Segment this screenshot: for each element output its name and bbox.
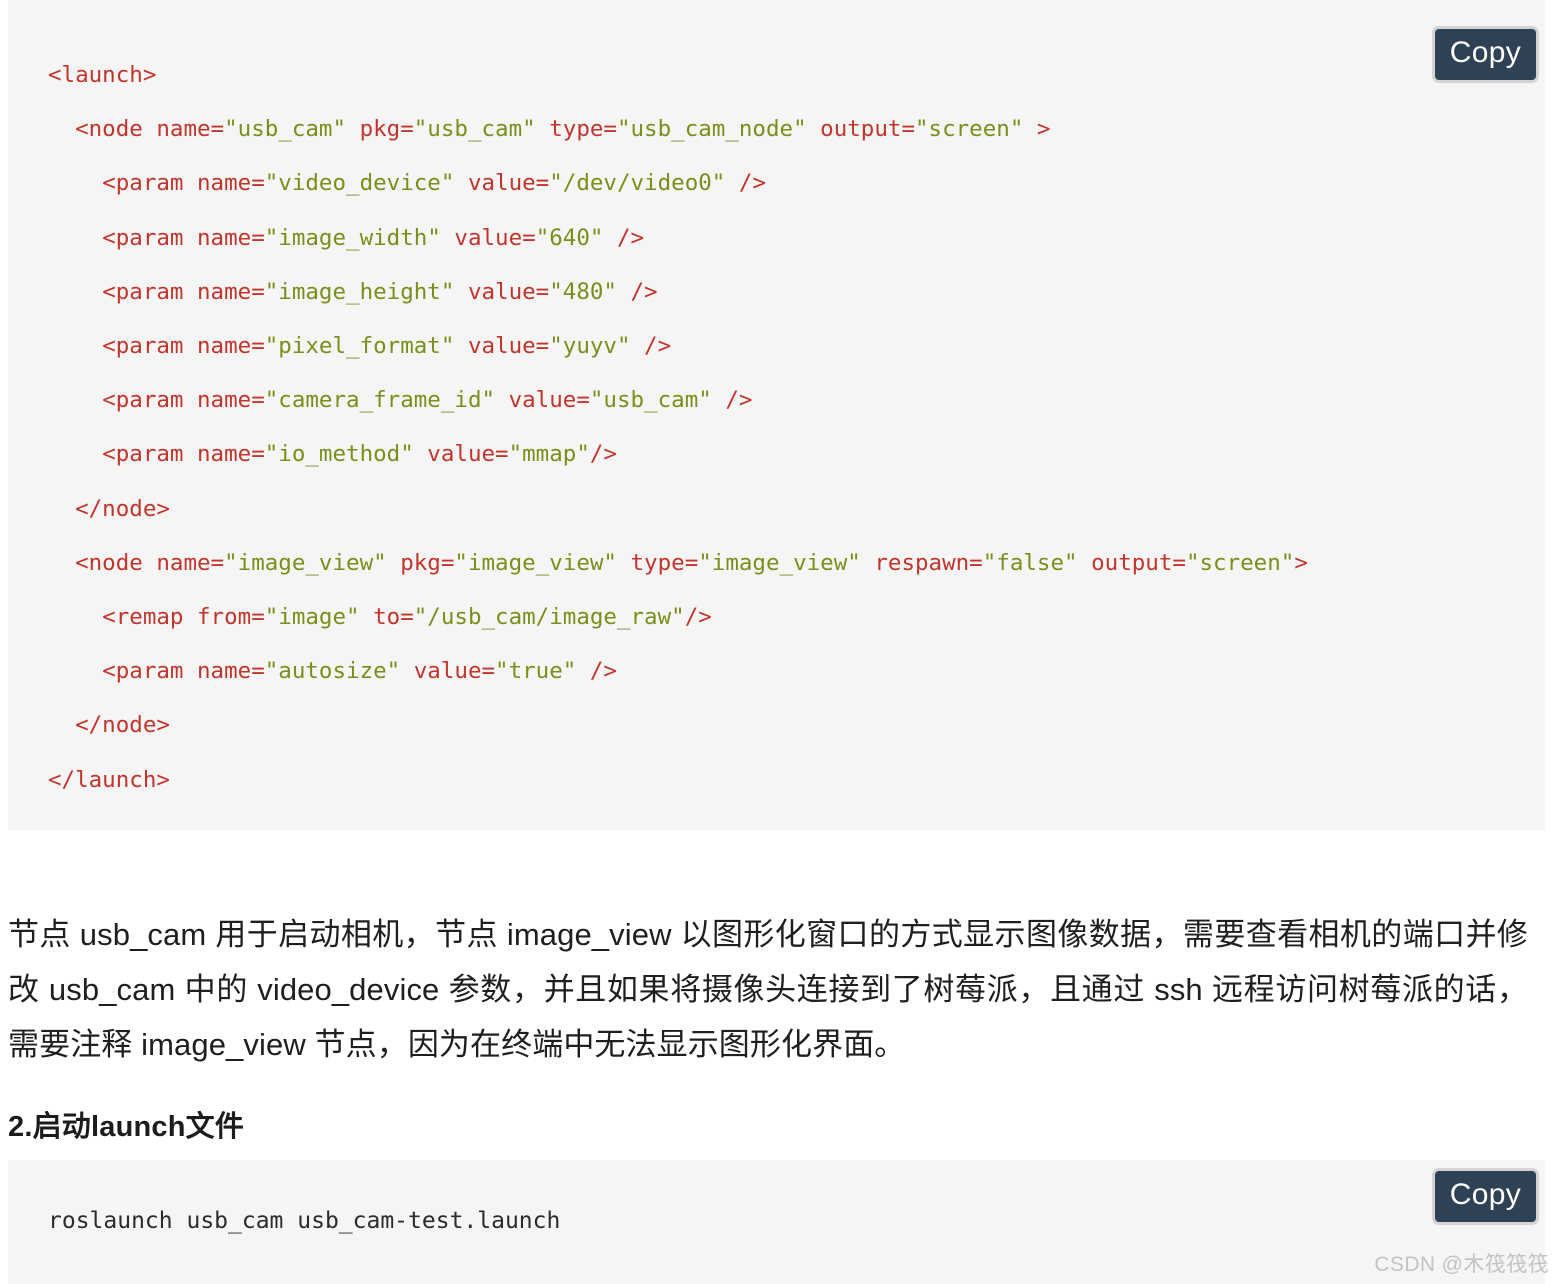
xml-tag: value= (454, 170, 550, 197)
xml-code-content[interactable]: <launch> <node name="usb_cam" pkg="usb_c… (8, 48, 1545, 807)
xml-tag: <node name= (75, 549, 225, 576)
xml-tag: <remap from= (102, 604, 265, 631)
xml-attribute-value: "autosize" (264, 658, 401, 685)
xml-tag: <param name= (102, 387, 265, 414)
shell-code-content[interactable]: roslaunch usb_cam usb_cam-test.launch (8, 1206, 1545, 1236)
copy-button-shell[interactable]: Copy (1431, 1168, 1539, 1225)
xml-attribute-value: "/usb_cam/image_raw" (413, 604, 685, 631)
xml-attribute-value: "image_height" (264, 278, 455, 305)
xml-tag: value= (440, 224, 536, 251)
xml-attribute-value: "video_device" (264, 170, 455, 197)
xml-tag: </node> (75, 495, 170, 522)
xml-attribute-value: "image" (264, 604, 360, 631)
xml-tag: value= (400, 658, 496, 685)
xml-tag: </node> (75, 712, 170, 739)
xml-attribute-value: "io_method" (264, 441, 414, 468)
xml-tag: value= (413, 441, 509, 468)
section-heading-launch-file: 2.启动launch文件 (8, 1111, 245, 1143)
xml-tag: value= (495, 387, 590, 414)
xml-attribute-value: "yuyv" (549, 333, 631, 360)
xml-tag: pkg= (386, 549, 455, 576)
shell-code-block: roslaunch usb_cam usb_cam-test.launch (8, 1160, 1545, 1284)
xml-attribute-value: "false" (982, 549, 1078, 576)
xml-tag: output= (1077, 549, 1186, 576)
csdn-watermark: CSDN @木筏筏筏 (1374, 1253, 1549, 1276)
xml-tag: <param name= (102, 278, 265, 305)
xml-tag: > (1023, 116, 1051, 143)
xml-tag: /> (684, 604, 712, 631)
xml-tag: respawn= (860, 549, 983, 576)
xml-tag: value= (454, 333, 550, 360)
xml-tag: <node name= (75, 116, 225, 143)
xml-attribute-value: "usb_cam" (413, 116, 536, 143)
xml-attribute-value: "/dev/video0" (549, 170, 726, 197)
xml-attribute-value: "pixel_format" (264, 333, 455, 360)
xml-code-block: <launch> <node name="usb_cam" pkg="usb_c… (8, 0, 1545, 830)
xml-attribute-value: "camera_frame_id" (264, 387, 496, 414)
description-paragraph: 节点 usb_cam 用于启动相机，节点 image_view 以图形化窗口的方… (8, 917, 1528, 1062)
xml-attribute-value: "screen" (1185, 549, 1295, 576)
xml-attribute-value: "usb_cam" (589, 387, 712, 414)
xml-tag: > (1294, 549, 1308, 576)
xml-tag: to= (359, 604, 414, 631)
xml-tag: <param name= (102, 333, 265, 360)
xml-attribute-value: "640" (535, 224, 604, 251)
xml-attribute-value: "480" (549, 278, 617, 305)
xml-tag: /> (616, 278, 658, 305)
xml-tag: <param name= (102, 658, 265, 685)
xml-tag: /> (711, 387, 753, 414)
xml-tag: /> (603, 224, 645, 251)
xml-tag: <launch> (48, 62, 157, 88)
xml-tag: value= (454, 278, 550, 305)
xml-attribute-value: "usb_cam_node" (616, 116, 807, 143)
xml-tag: type= (616, 549, 699, 576)
xml-tag: </launch> (48, 766, 170, 793)
xml-attribute-value: "image_view" (698, 549, 861, 576)
xml-attribute-value: "image_view" (454, 549, 617, 576)
xml-tag: <param name= (102, 441, 265, 468)
xml-attribute-value: "image_width" (264, 224, 441, 251)
xml-tag: output= (806, 116, 915, 143)
xml-attribute-value: "true" (495, 658, 577, 685)
xml-tag: pkg= (346, 116, 414, 143)
xml-tag: type= (535, 116, 617, 143)
xml-attribute-value: "mmap" (508, 441, 590, 468)
xml-tag: /> (576, 658, 617, 685)
xml-attribute-value: "image_view" (224, 549, 387, 576)
xml-tag: /> (725, 170, 766, 197)
xml-tag: <param name= (102, 170, 265, 197)
xml-tag: <param name= (102, 224, 265, 251)
xml-attribute-value: "screen" (915, 116, 1024, 143)
xml-tag: /> (589, 441, 617, 468)
xml-tag: /> (630, 333, 672, 360)
xml-attribute-value: "usb_cam" (224, 116, 347, 143)
copy-button-xml[interactable]: Copy (1431, 26, 1539, 83)
